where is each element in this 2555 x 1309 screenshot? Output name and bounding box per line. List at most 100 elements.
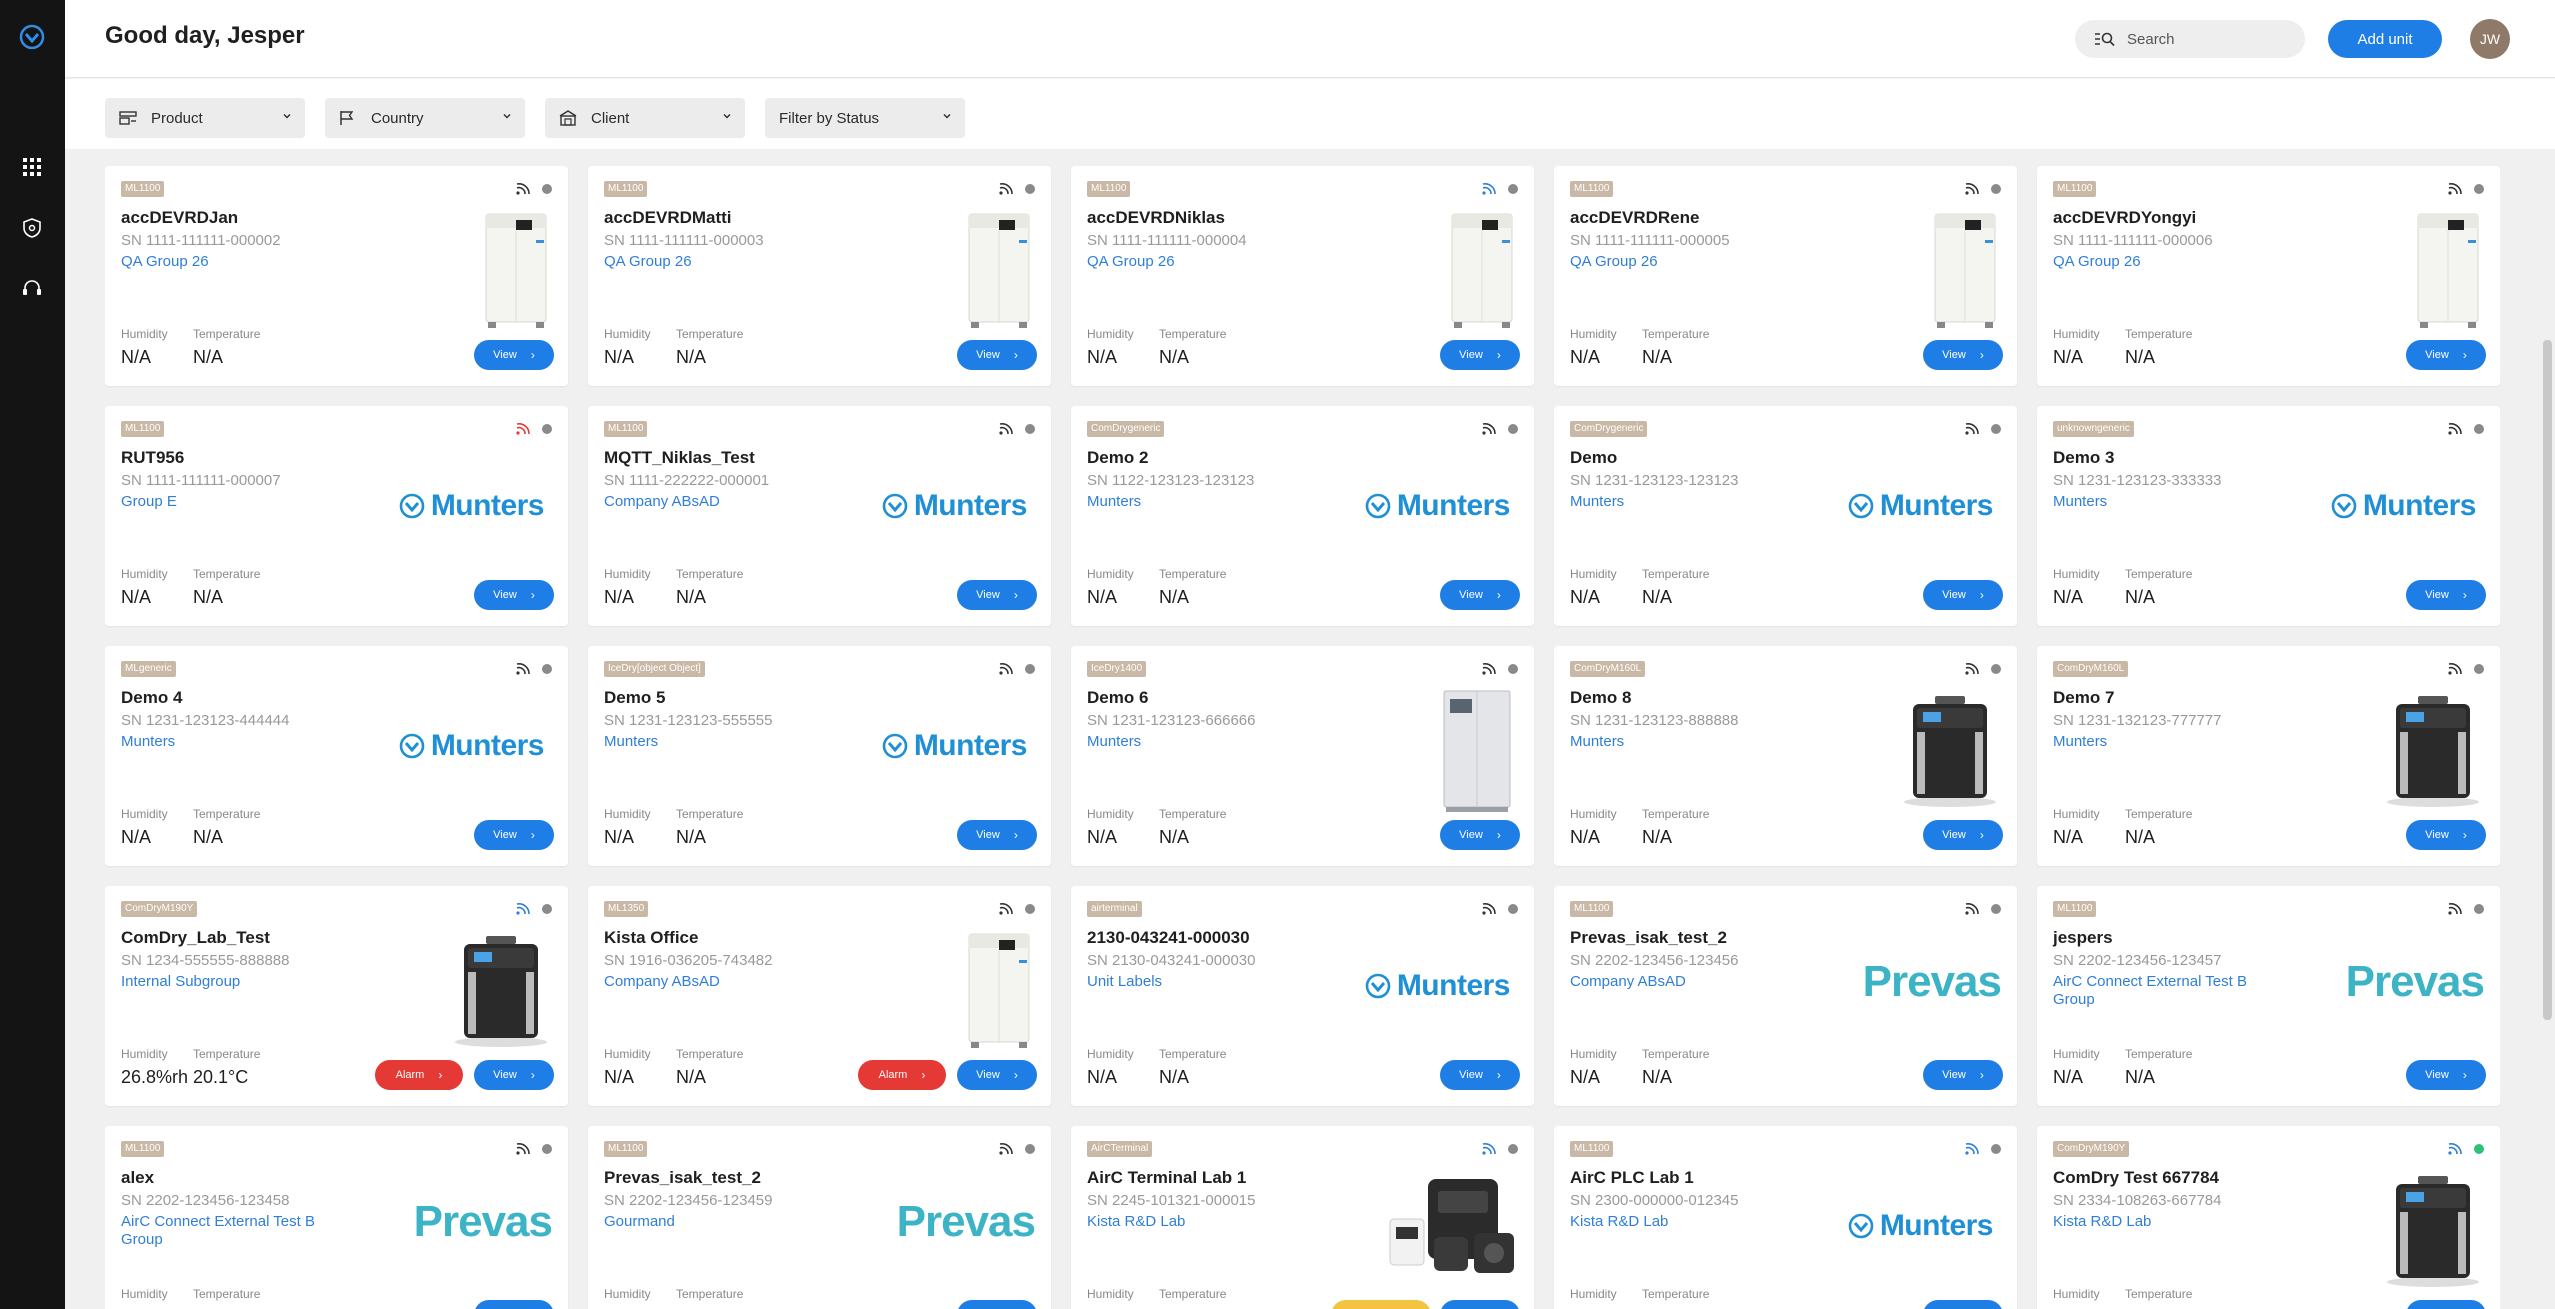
unit-group-link[interactable]: Group E [121,493,331,511]
unit-card[interactable]: ComDryM160L Demo 7 SN 1231-132123-777777… [2037,646,2500,866]
view-button[interactable]: View› [2406,1300,2486,1309]
unit-group-link[interactable]: Company ABsAD [604,493,814,511]
unit-name[interactable]: Demo 8 [1570,688,1631,708]
alarm-button[interactable]: Alarm › [375,1060,463,1090]
view-button[interactable]: View› [474,580,554,610]
unit-card[interactable]: ComDryM190Y ComDry Test 667784 SN 2334-1… [2037,1126,2500,1309]
view-button[interactable]: View› [2406,340,2486,370]
unit-name[interactable]: Demo 3 [2053,448,2114,468]
unit-name[interactable]: Demo 7 [2053,688,2114,708]
unit-name[interactable]: jespers [2053,928,2113,948]
unit-group-link[interactable]: QA Group 26 [604,253,814,271]
view-button[interactable]: View› [957,340,1037,370]
unit-name[interactable]: 2130-043241-000030 [1087,928,1250,948]
unit-group-link[interactable]: Munters [1087,493,1297,511]
unit-card[interactable]: ML1100 accDEVRDRene SN 1111-111111-00000… [1554,166,2017,386]
unit-card[interactable]: ML1100 alex SN 2202-123456-123458 AirC C… [105,1126,568,1309]
unit-group-link[interactable]: Munters [2053,493,2263,511]
search-input[interactable] [2127,30,2297,48]
add-unit-button[interactable]: Add unit [2328,20,2442,58]
view-button[interactable]: View› [2406,820,2486,850]
unit-name[interactable]: accDEVRDYongyi [2053,208,2196,228]
view-button[interactable]: View› [474,340,554,370]
scrollbar-thumb[interactable] [2543,340,2552,1020]
unit-group-link[interactable]: Munters [1570,493,1780,511]
unit-card[interactable]: ML1100 MQTT_Niklas_Test SN 1111-222222-0… [588,406,1051,626]
unit-card[interactable]: IceDry[object Object] Demo 5 SN 1231-123… [588,646,1051,866]
unit-group-link[interactable]: QA Group 26 [121,253,331,271]
unit-group-link[interactable]: QA Group 26 [1570,253,1780,271]
search-box[interactable] [2075,20,2305,58]
view-button[interactable]: View› [957,580,1037,610]
apps-grid-icon[interactable] [17,152,47,182]
unit-group-link[interactable]: Munters [604,733,814,751]
shield-icon[interactable] [17,213,47,243]
unit-name[interactable]: accDEVRDNiklas [1087,208,1225,228]
unit-name[interactable]: ComDry Test 667784 [2053,1168,2219,1188]
unit-name[interactable]: Demo 2 [1087,448,1148,468]
unit-card[interactable]: ML1100 RUT956 SN 1111-111111-000007 Grou… [105,406,568,626]
view-button[interactable]: View› [957,1300,1037,1309]
unit-card[interactable]: ComDrygeneric Demo 2 SN 1122-123123-1231… [1071,406,1534,626]
view-button[interactable]: View› [2406,580,2486,610]
alarm-button[interactable]: Alarm › [858,1060,946,1090]
unit-group-link[interactable]: Kista R&D Lab [1087,1213,1297,1231]
view-button[interactable]: View› [1923,340,2003,370]
support-headset-icon[interactable] [17,273,47,303]
unit-card[interactable]: ComDrygeneric Demo SN 1231-123123-123123… [1554,406,2017,626]
unit-name[interactable]: Demo 6 [1087,688,1148,708]
unit-group-link[interactable]: QA Group 26 [1087,253,1297,271]
unit-group-link[interactable]: AirC Connect External Test B Group [2053,973,2263,1009]
unit-card[interactable]: ML1100 accDEVRDYongyi SN 1111-111111-000… [2037,166,2500,386]
unit-name[interactable]: Prevas_isak_test_2 [1570,928,1727,948]
unit-card[interactable]: unknowngeneric Demo 3 SN 1231-123123-333… [2037,406,2500,626]
unit-card[interactable]: ML1100 AirC PLC Lab 1 SN 2300-000000-012… [1554,1126,2017,1309]
unit-name[interactable]: accDEVRDMatti [604,208,732,228]
unit-name[interactable]: AirC PLC Lab 1 [1570,1168,1694,1188]
unit-card[interactable]: ML1350 Kista Office SN 1916-036205-74348… [588,886,1051,1106]
unit-card[interactable]: ML1100 accDEVRDJan SN 1111-111111-000002… [105,166,568,386]
view-button[interactable]: View› [474,1300,554,1309]
view-button[interactable]: View› [1440,340,1520,370]
unit-group-link[interactable]: Company ABsAD [1570,973,1780,991]
unit-name[interactable]: Prevas_isak_test_2 [604,1168,761,1188]
unit-card[interactable]: ML1100 accDEVRDNiklas SN 1111-111111-000… [1071,166,1534,386]
unit-group-link[interactable]: Munters [1570,733,1780,751]
unit-card[interactable]: ML1100 jespers SN 2202-123456-123457 Air… [2037,886,2500,1106]
unit-group-link[interactable]: Unit Labels [1087,973,1297,991]
unit-card[interactable]: ML1100 Prevas_isak_test_2 SN 2202-123456… [588,1126,1051,1309]
view-button[interactable]: View› [957,1060,1037,1090]
view-button[interactable]: View› [1440,1060,1520,1090]
product-filter[interactable]: Product [105,98,305,138]
unit-name[interactable]: RUT956 [121,448,184,468]
unit-card[interactable]: ML1100 accDEVRDMatti SN 1111-111111-0000… [588,166,1051,386]
status-filter[interactable]: Filter by Status [765,98,965,138]
view-button[interactable]: View› [1923,1300,2003,1309]
view-button[interactable]: View› [474,820,554,850]
view-button[interactable]: View› [1923,820,2003,850]
unit-group-link[interactable]: Gourmand [604,1213,814,1231]
unit-name[interactable]: accDEVRDJan [121,208,238,228]
unit-name[interactable]: accDEVRDRene [1570,208,1699,228]
unit-group-link[interactable]: Munters [121,733,331,751]
unit-group-link[interactable]: Munters [2053,733,2263,751]
unit-name[interactable]: ComDry_Lab_Test [121,928,270,948]
unit-card[interactable]: ComDryM190Y ComDry_Lab_Test SN 1234-5555… [105,886,568,1106]
view-button[interactable]: View› [474,1060,554,1090]
unit-card[interactable]: IceDry1400 Demo 6 SN 1231-123123-666666 … [1071,646,1534,866]
view-button[interactable]: View› [1923,580,2003,610]
unit-name[interactable]: Demo 5 [604,688,665,708]
unit-group-link[interactable]: Internal Subgroup [121,973,331,991]
unit-name[interactable]: alex [121,1168,154,1188]
view-button[interactable]: View› [1440,820,1520,850]
view-button[interactable]: View› [1923,1060,2003,1090]
unit-card[interactable]: MLgeneric Demo 4 SN 1231-123123-444444 M… [105,646,568,866]
avatar[interactable]: JW [2470,19,2510,59]
unit-name[interactable]: Demo [1570,448,1617,468]
warning-button[interactable] [1331,1300,1431,1309]
view-button[interactable]: View› [1440,580,1520,610]
unit-name[interactable]: Kista Office [604,928,698,948]
unit-group-link[interactable]: Kista R&D Lab [1570,1213,1780,1231]
client-filter[interactable]: Client [545,98,745,138]
unit-card[interactable]: airterminal 2130-043241-000030 SN 2130-0… [1071,886,1534,1106]
